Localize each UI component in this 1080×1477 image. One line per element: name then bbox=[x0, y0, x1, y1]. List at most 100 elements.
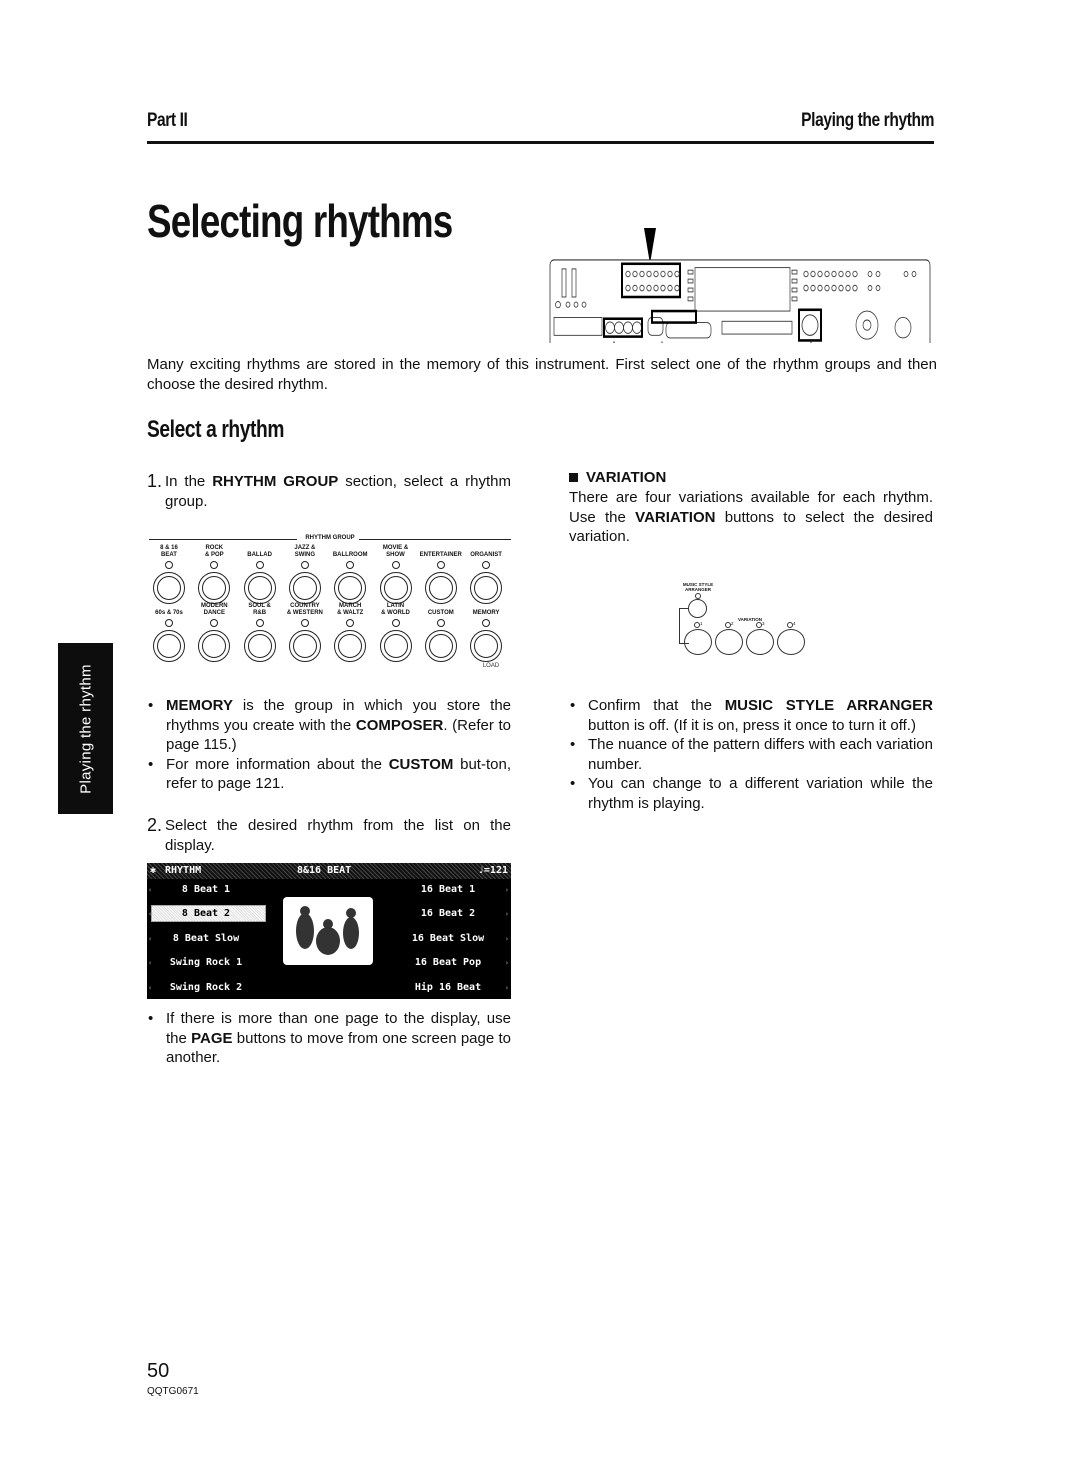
rhythm-list-item[interactable]: Hip 16 Beat bbox=[393, 982, 503, 993]
list-item: For more information about the CUSTOM bu… bbox=[147, 755, 511, 794]
display-mode: RHYTHM bbox=[165, 865, 202, 876]
rhythm-group-button[interactable]: 8 & 16 BEAT bbox=[147, 545, 191, 604]
rhythm-group-button[interactable]: MEMORY bbox=[464, 603, 508, 662]
select-left-arrow-icon: ‹ bbox=[148, 984, 153, 992]
rhythm-group-button[interactable]: JAZZ & SWING bbox=[283, 545, 327, 604]
variation-number: 2 bbox=[731, 621, 734, 626]
rhythm-group-button[interactable]: MODERN DANCE bbox=[192, 603, 236, 662]
rhythm-list-item[interactable]: 16 Beat Pop bbox=[393, 957, 503, 968]
rhythm-list-item[interactable]: 16 Beat Slow bbox=[393, 933, 503, 944]
section-label: Playing the rhythm bbox=[801, 110, 934, 131]
button-ring[interactable] bbox=[334, 630, 367, 662]
button-ring[interactable] bbox=[470, 572, 503, 604]
rhythm-group-button[interactable]: ENTERTAINER bbox=[419, 545, 463, 604]
button-ring[interactable] bbox=[424, 572, 457, 604]
band-illustration bbox=[283, 897, 373, 965]
rhythm-list-item[interactable]: 8 Beat 2 bbox=[147, 908, 265, 919]
variation-button-1[interactable] bbox=[684, 629, 712, 655]
square-bullet-icon bbox=[569, 473, 578, 482]
rhythm-group-button-label: 60s & 70s bbox=[155, 610, 183, 616]
button-ring[interactable] bbox=[153, 572, 185, 604]
display-title-bar: ✱ RHYTHM 8&16 BEAT ♩=121 bbox=[147, 863, 511, 879]
button-ring[interactable] bbox=[153, 630, 185, 662]
led-indicator bbox=[165, 561, 173, 569]
rhythm-group-button[interactable]: CUSTOM bbox=[419, 603, 463, 662]
display-group: 8&16 BEAT bbox=[297, 865, 352, 876]
rhythm-group-button-label: MODERN DANCE bbox=[200, 603, 228, 616]
rhythm-list-item[interactable]: Swing Rock 2 bbox=[147, 982, 265, 993]
led-indicator bbox=[436, 619, 445, 627]
button-ring[interactable] bbox=[288, 572, 321, 604]
emphasis: CUSTOM bbox=[388, 755, 454, 773]
emphasis: PAGE bbox=[191, 1029, 233, 1047]
select-left-arrow-icon: ‹ bbox=[148, 910, 153, 918]
led-indicator bbox=[391, 619, 400, 627]
memory-custom-notes: MEMORY is the group in which you store t… bbox=[147, 696, 511, 794]
button-ring[interactable] bbox=[379, 572, 412, 604]
text: For more information about the bbox=[166, 755, 389, 773]
rhythm-list-item[interactable]: 8 Beat Slow bbox=[147, 933, 265, 944]
button-ring[interactable] bbox=[334, 572, 367, 604]
emphasis: COMPOSER bbox=[355, 716, 444, 734]
rhythm-list-item[interactable]: 8 Beat 1 bbox=[147, 884, 265, 895]
subsection-title: Select a rhythm bbox=[147, 416, 284, 443]
rhythm-group-button[interactable]: MOVIE & SHOW bbox=[374, 545, 418, 604]
rhythm-group-button[interactable]: BALLAD bbox=[238, 545, 282, 604]
led-indicator bbox=[436, 561, 445, 569]
select-right-arrow-icon: › bbox=[504, 984, 509, 992]
rhythm-group-button-label: ORGANIST bbox=[470, 552, 502, 558]
variation-button-3[interactable] bbox=[746, 629, 774, 655]
list-item: The nuance of the pattern differs with e… bbox=[569, 735, 933, 774]
button-ring[interactable] bbox=[243, 630, 276, 662]
variation-button-4[interactable] bbox=[777, 629, 805, 655]
button-ring[interactable] bbox=[288, 630, 321, 662]
rhythm-list-item[interactable]: 16 Beat 2 bbox=[393, 908, 503, 919]
button-ring[interactable] bbox=[470, 630, 503, 662]
button-ring[interactable] bbox=[198, 630, 231, 662]
button-ring[interactable] bbox=[243, 572, 276, 604]
led-indicator bbox=[346, 561, 355, 569]
panel-body bbox=[549, 259, 931, 343]
button-ring[interactable] bbox=[379, 630, 412, 662]
led-indicator bbox=[482, 561, 491, 569]
page-note: If there is more than one page to the di… bbox=[147, 1009, 511, 1068]
display-tempo: ♩=121 bbox=[477, 865, 508, 876]
rhythm-group-diagram: RHYTHM GROUP 8 & 16 BEAT ROCK & POP BALLAD JA… bbox=[147, 535, 511, 675]
rhythm-group-button[interactable]: ROCK & POP bbox=[192, 545, 236, 604]
variation-number: 1 bbox=[700, 621, 703, 626]
select-right-arrow-icon: › bbox=[504, 886, 509, 894]
variation-heading: VARIATION bbox=[569, 469, 933, 486]
header-rule bbox=[147, 141, 934, 144]
part-label: Part II bbox=[147, 110, 188, 131]
led-indicator bbox=[300, 619, 309, 627]
rhythm-list-item[interactable]: Swing Rock 1 bbox=[147, 957, 265, 968]
rhythm-group-button-label: ENTERTAINER bbox=[419, 552, 462, 558]
rhythm-group-button[interactable]: COUNTRY & WESTERN bbox=[283, 603, 327, 662]
rhythm-group-button[interactable]: 60s & 70s bbox=[147, 603, 191, 662]
select-right-arrow-icon: › bbox=[504, 910, 509, 918]
rhythm-group-button-label: BALLROOM bbox=[332, 552, 368, 558]
variation-button-2[interactable] bbox=[715, 629, 743, 655]
step-number: 1. bbox=[147, 471, 163, 491]
rhythm-group-button[interactable]: SOUL & R&B bbox=[238, 603, 282, 662]
rhythm-group-button[interactable]: MARCH & WALTZ bbox=[328, 603, 372, 662]
rhythm-group-button[interactable]: LATIN & WORLD bbox=[374, 603, 418, 662]
led-indicator bbox=[210, 619, 219, 627]
rhythm-group-heading: RHYTHM GROUP bbox=[149, 535, 511, 544]
rhythm-group-button[interactable]: BALLROOM bbox=[328, 545, 372, 604]
led-indicator bbox=[300, 561, 309, 569]
button-ring[interactable] bbox=[198, 572, 231, 604]
rhythm-group-button[interactable]: ORGANIST bbox=[464, 545, 508, 604]
rhythm-list-item[interactable]: 16 Beat 1 bbox=[393, 884, 503, 895]
text: Confirm that the bbox=[588, 697, 725, 714]
intro-paragraph: Many exciting rhythms are stored in the … bbox=[147, 356, 937, 393]
music-style-arranger-button[interactable] bbox=[688, 599, 707, 618]
rhythm-group-button-label: LATIN & WORLD bbox=[381, 603, 410, 616]
load-label: LOAD bbox=[482, 663, 500, 669]
emphasis: MEMORY bbox=[166, 697, 233, 714]
select-right-arrow-icon: › bbox=[504, 935, 509, 943]
button-ring[interactable] bbox=[424, 630, 457, 662]
variation-paragraph: There are four variations available for … bbox=[569, 488, 933, 547]
step-number: 2. bbox=[147, 815, 163, 835]
arranger-label: MUSIC STYLE ARRANGER bbox=[682, 582, 714, 592]
